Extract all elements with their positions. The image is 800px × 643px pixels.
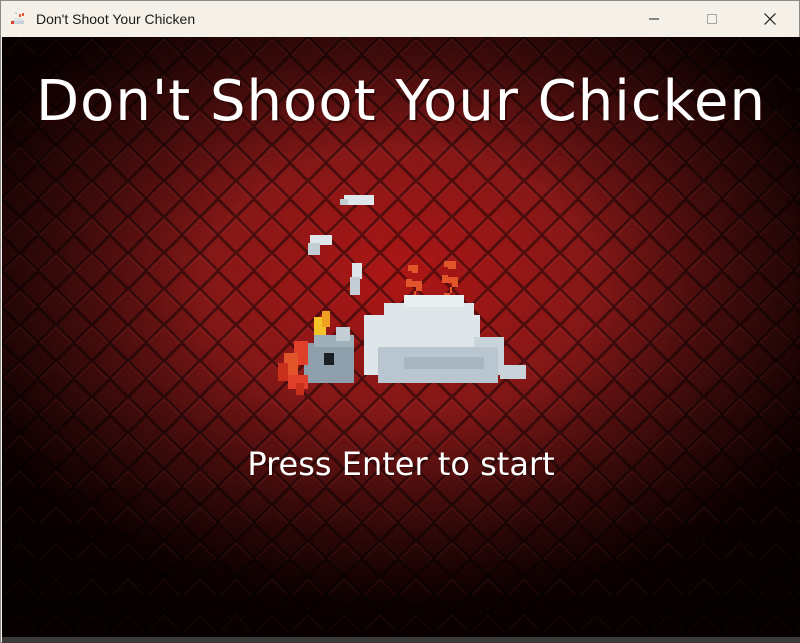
minimize-button[interactable] xyxy=(625,1,683,37)
close-icon xyxy=(764,13,776,25)
minimize-icon xyxy=(649,18,659,20)
window-title: Don't Shoot Your Chicken xyxy=(36,11,196,27)
game-title: Don't Shoot Your Chicken xyxy=(35,69,766,134)
maximize-button[interactable] xyxy=(683,1,741,37)
window-bottom-edge xyxy=(2,637,800,643)
dead-chicken-icon xyxy=(278,195,526,395)
app-window: Don't Shoot Your Chicken Don't Shoot You… xyxy=(0,0,800,643)
title-bar[interactable]: Don't Shoot Your Chicken xyxy=(1,1,799,37)
game-canvas[interactable]: Don't Shoot Your Chicken Press Enter to … xyxy=(2,37,800,637)
maximize-icon xyxy=(707,14,717,24)
close-button[interactable] xyxy=(741,1,799,37)
start-prompt: Press Enter to start xyxy=(247,445,555,483)
chicken-app-icon xyxy=(10,10,28,28)
